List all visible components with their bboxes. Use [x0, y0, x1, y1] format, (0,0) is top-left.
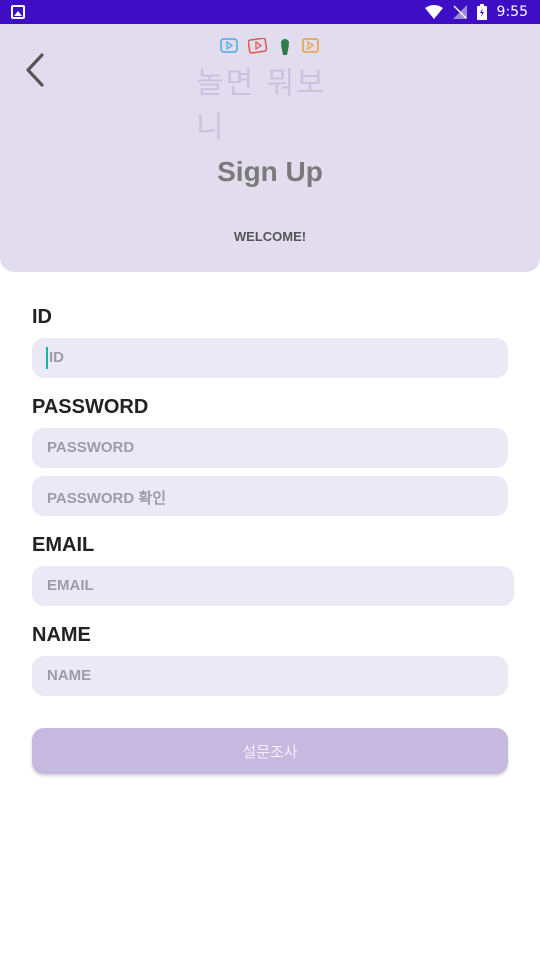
- wifi-icon: [424, 5, 443, 19]
- logo-text: 놀면 뭐보니: [196, 66, 326, 145]
- password-confirm-input[interactable]: PASSWORD 확인: [32, 476, 508, 516]
- email-label: EMAIL: [32, 534, 95, 556]
- id-label: ID: [32, 306, 52, 328]
- header: 놀면 뭐보니 Sign Up WELCOME!: [0, 24, 540, 272]
- password-input[interactable]: PASSWORD: [32, 428, 508, 468]
- page-title: Sign Up: [217, 156, 323, 187]
- password-placeholder: PASSWORD: [47, 439, 135, 456]
- email-placeholder: EMAIL: [47, 577, 94, 594]
- name-placeholder: NAME: [47, 667, 92, 684]
- play-icon-red: [248, 38, 268, 54]
- play-icon-blue: [220, 38, 238, 53]
- survey-button[interactable]: 설문조사: [32, 728, 508, 774]
- battery-charging-icon: [476, 4, 487, 20]
- password-confirm-placeholder: PASSWORD 확인: [47, 490, 166, 507]
- status-icons: 9:55: [424, 0, 528, 24]
- password-label: PASSWORD: [32, 396, 149, 418]
- logo-icons: [220, 38, 320, 58]
- name-label: NAME: [32, 624, 91, 646]
- app-logo: 놀면 뭐보니: [196, 38, 346, 145]
- welcome-text: WELCOME!: [233, 229, 307, 244]
- id-placeholder: ID: [49, 349, 64, 366]
- name-input[interactable]: NAME: [32, 656, 508, 696]
- email-input[interactable]: EMAIL: [32, 566, 514, 606]
- popcorn-icon: [281, 39, 289, 55]
- back-button[interactable]: [20, 52, 50, 88]
- id-input[interactable]: ID: [32, 338, 508, 378]
- no-signal-icon: [452, 5, 467, 19]
- back-arrow-icon: [26, 53, 44, 87]
- gallery-icon: [11, 5, 25, 19]
- play-icon-orange: [302, 38, 319, 53]
- status-time: 9:55: [496, 4, 528, 20]
- text-cursor: [46, 347, 48, 369]
- status-bar: 9:55: [0, 0, 540, 24]
